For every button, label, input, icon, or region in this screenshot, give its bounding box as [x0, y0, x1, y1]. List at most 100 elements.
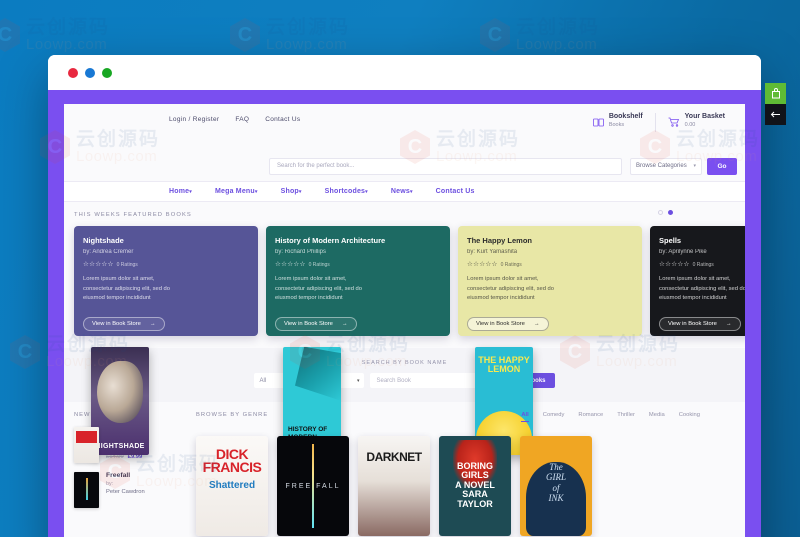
book-search-label: SEARCH BY BOOK NAME	[361, 360, 448, 366]
view-in-book-store-button[interactable]: View in Book Store →	[467, 316, 549, 331]
link-login-register[interactable]: Login / Register	[169, 116, 219, 123]
book-name-placeholder: Search Book	[376, 377, 411, 384]
rating-stars: ☆☆☆☆☆ 0 Ratings	[83, 261, 138, 268]
watermark: 云创源码Loowp.com	[230, 18, 350, 52]
link-faq[interactable]: FAQ	[235, 116, 249, 123]
main-nav: Home▾ Mega Menu▾ Shop▾ Shortcodes▾ News▾…	[64, 181, 745, 202]
floating-side-buttons	[765, 83, 786, 125]
card-description: Lorem ipsum dolor sit amet, consectetur …	[659, 276, 745, 302]
featured-card-spells[interactable]: Spells by: Aprilynne Pike ☆☆☆☆☆ 0 Ratings…	[650, 226, 745, 336]
book-name-input[interactable]: Search Book	[370, 373, 491, 388]
bookshelf-widget[interactable]: Bookshelf Books	[581, 113, 655, 132]
rating-count: 0 Ratings	[500, 262, 522, 268]
card-title: Spells	[659, 236, 682, 245]
chevron-down-icon: ▾	[189, 189, 192, 195]
browser-titlebar	[48, 55, 761, 90]
chevron-down-icon: ▾	[409, 189, 413, 195]
watermark-en: Loowp.com	[266, 36, 348, 53]
genre-book-shattered[interactable]: DICK FRANCIS Shattered	[196, 436, 268, 536]
tab-media[interactable]: Media	[649, 412, 665, 422]
category-filter-value: All	[259, 377, 267, 384]
watermark-logo-icon	[0, 18, 20, 52]
chevron-down-icon: ▾	[254, 189, 258, 195]
nav-item-mega-menu[interactable]: Mega Menu▾	[215, 188, 258, 195]
genre-book-freefall[interactable]: FREE FALL	[277, 436, 349, 536]
genre-header: BROWSE BY GENRE All Comedy Romance Thril…	[196, 412, 745, 427]
view-in-book-store-button[interactable]: View in Book Store →	[275, 316, 357, 331]
list-item[interactable]: Freefall by: Peter Cawdron	[74, 472, 182, 508]
nav-item-shop[interactable]: Shop▾	[281, 188, 302, 195]
list-item-author: Peter Cawdron	[106, 489, 145, 495]
search-placeholder: Search for the perfect book...	[277, 163, 355, 169]
watermark-logo-icon	[10, 335, 40, 369]
arrow-right-icon: →	[725, 320, 732, 327]
shop-bag-button[interactable]	[765, 83, 786, 104]
site-page: Login / Register FAQ Contact Us Bookshel…	[64, 104, 745, 537]
card-author: by: Richard Phillips	[275, 249, 327, 255]
rating-count: 0 Ratings	[116, 262, 138, 268]
watermark-logo-icon	[480, 18, 510, 52]
genre-tabs: All Comedy Romance Thriller Media Cookin…	[521, 412, 745, 422]
browser-window: Login / Register FAQ Contact Us Bookshel…	[48, 55, 761, 537]
collapse-arrow-button[interactable]	[765, 104, 786, 125]
browser-viewport: Login / Register FAQ Contact Us Bookshel…	[48, 90, 761, 537]
watermark-cn: 云创源码	[26, 17, 111, 38]
genre-book-girl-of-ink[interactable]: The GIRL of INK	[520, 436, 592, 536]
go-button[interactable]: Go	[707, 157, 737, 175]
view-in-book-store-button[interactable]: View in Book Store →	[83, 316, 165, 331]
watermark-cn: 云创源码	[516, 17, 601, 38]
genre-book-boring-girls[interactable]: BORING GIRLS A NOVEL SARA TAYLOR	[439, 436, 511, 536]
close-traffic-light[interactable]	[68, 67, 78, 78]
card-author: by: Aprilynne Pike	[659, 249, 707, 255]
book-thumb-freefall	[74, 472, 99, 508]
card-title: Nightshade	[83, 236, 124, 245]
carousel-dots	[658, 210, 673, 215]
view-in-book-store-button[interactable]: View in Book Store →	[659, 316, 741, 331]
featured-card-nightshade[interactable]: Nightshade by: Andrea Cremer ☆☆☆☆☆ 0 Rati…	[74, 226, 258, 455]
basket-title: Your Basket	[684, 113, 725, 120]
rating-count: 0 Ratings	[692, 262, 714, 268]
basket-widget[interactable]: Your Basket 0.00	[654, 113, 737, 132]
card-description: Lorem ipsum dolor sit amet, consectetur …	[275, 276, 363, 302]
browse-by-genre-column: BROWSE BY GENRE All Comedy Romance Thril…	[196, 412, 745, 536]
tab-cooking[interactable]: Cooking	[679, 412, 700, 422]
list-item-price: £14.99 £9.99	[106, 454, 145, 460]
tab-all[interactable]: All	[521, 412, 529, 422]
maximize-traffic-light[interactable]	[102, 67, 112, 78]
basket-total: 0.00	[684, 122, 696, 128]
minimize-traffic-light[interactable]	[85, 67, 95, 78]
new-price: £9.99	[127, 454, 143, 460]
arrow-right-icon: →	[341, 320, 348, 327]
old-price: £14.99	[106, 454, 124, 460]
bookshelf-sub: Books	[608, 122, 625, 128]
tab-thriller[interactable]: Thriller	[617, 412, 635, 422]
bottom-section: NEWEST RELEASE Shattered by: Peter Cawdr…	[64, 402, 745, 536]
genre-book-darknet[interactable]: DARKNET	[358, 436, 430, 536]
carousel-dot-active[interactable]	[668, 210, 673, 215]
book-search-section: SEARCH BY BOOK NAME All▾ Year▾ Search Bo…	[64, 348, 745, 402]
nav-item-shortcodes[interactable]: Shortcodes▾	[325, 188, 368, 195]
watermark-en: Loowp.com	[516, 36, 598, 53]
tab-comedy[interactable]: Comedy	[543, 412, 565, 422]
carousel-dot[interactable]	[658, 210, 663, 215]
rating-stars: ☆☆☆☆☆ 0 Ratings	[467, 261, 522, 268]
category-select[interactable]: Browse Categories ▾	[630, 157, 702, 175]
book-thumb-shattered	[74, 427, 99, 463]
featured-card-the-happy-lemon[interactable]: The Happy Lemon by: Kurt Yamashita ☆☆☆☆☆…	[458, 226, 642, 455]
chevron-down-icon: ▾	[693, 163, 696, 169]
nav-item-contact-us[interactable]: Contact Us	[436, 188, 475, 195]
cart-icon	[668, 114, 680, 132]
chevron-down-icon: ▾	[298, 189, 302, 195]
category-select-value: Browse Categories	[636, 163, 687, 169]
tab-romance[interactable]: Romance	[578, 412, 603, 422]
watermark-en: Loowp.com	[26, 36, 108, 53]
header-search-row: Search for the perfect book... Browse Ca…	[64, 151, 745, 181]
chevron-down-icon: ▾	[356, 377, 360, 384]
nav-item-home[interactable]: Home▾	[169, 188, 192, 195]
nav-item-news[interactable]: News▾	[391, 188, 413, 195]
book-icon	[592, 114, 604, 132]
link-contact-us[interactable]: Contact Us	[265, 116, 300, 123]
search-input[interactable]: Search for the perfect book...	[269, 157, 622, 175]
featured-card-history-of-modern-architecture[interactable]: History of Modern Architecture by: Richa…	[266, 226, 450, 455]
card-title: History of Modern Architecture	[275, 236, 386, 245]
